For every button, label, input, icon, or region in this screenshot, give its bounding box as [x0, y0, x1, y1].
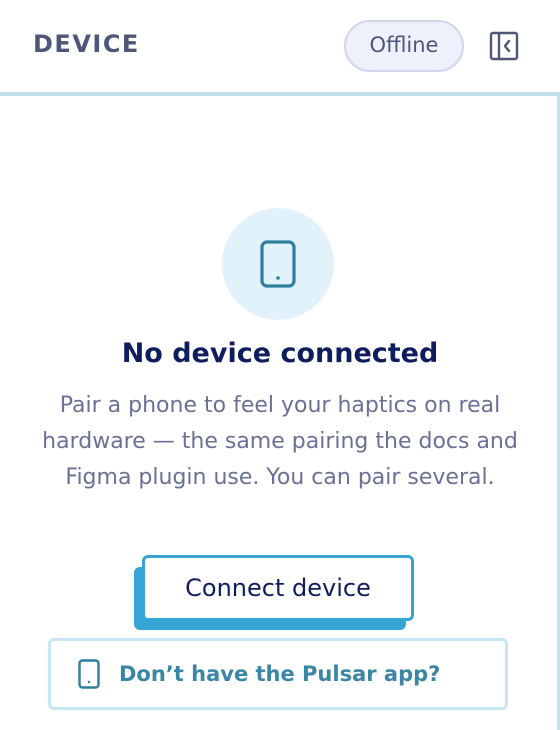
phone-icon	[77, 658, 101, 690]
empty-state-icon-circle	[222, 208, 334, 320]
get-app-link[interactable]: Don’t have the Pulsar app?	[48, 638, 508, 710]
status-badge: Offline	[344, 20, 464, 72]
collapse-panel-button[interactable]	[485, 27, 523, 65]
panel-header: DEVICE Offline	[0, 0, 560, 92]
sidebar-collapse-icon	[489, 31, 519, 61]
empty-state-title: No device connected	[121, 338, 439, 369]
device-panel: DEVICE Offline No device connected Pair …	[0, 0, 560, 730]
phone-icon	[260, 240, 296, 288]
header-divider	[0, 92, 560, 96]
empty-state-description: Pair a phone to feel your haptics on rea…	[42, 393, 518, 490]
panel-title: DEVICE	[33, 30, 140, 58]
connect-device-button[interactable]: Connect device	[142, 555, 414, 621]
get-app-link-label: Don’t have the Pulsar app?	[119, 662, 441, 686]
